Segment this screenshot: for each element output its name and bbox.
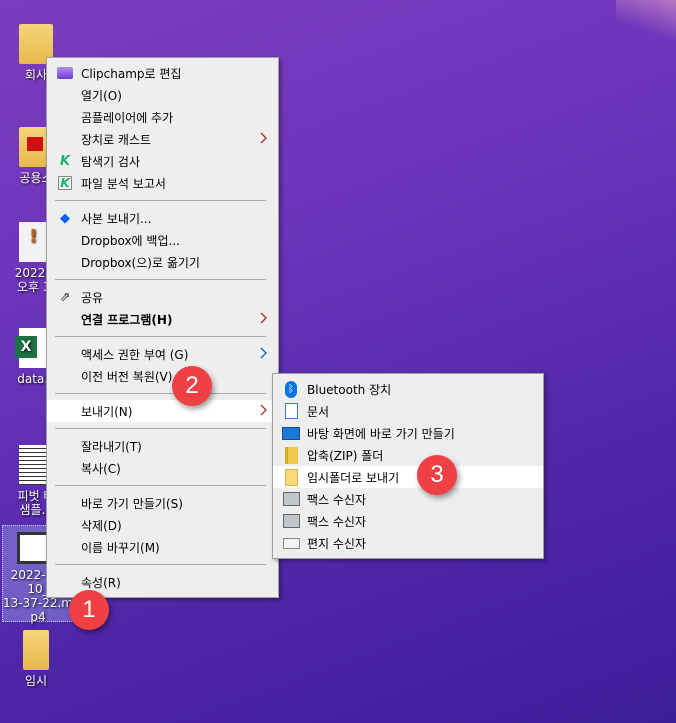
menu-item-9[interactable]: ⇗ 공유 bbox=[47, 286, 278, 308]
send-to-item-6[interactable]: 팩스 수신자 bbox=[273, 510, 543, 532]
menu-item-label: 잘라내기(T) bbox=[81, 439, 142, 454]
menu-item-17[interactable]: 삭제(D) bbox=[47, 514, 278, 536]
menu-item-11[interactable]: 액세스 권한 부여 (G) bbox=[47, 343, 278, 365]
menu-item-label: 이름 바꾸기(M) bbox=[81, 540, 160, 555]
bluetooth-icon: ᛒ bbox=[275, 380, 307, 398]
menu-item-15[interactable]: 복사(C) bbox=[47, 457, 278, 479]
menu-separator bbox=[55, 564, 266, 565]
menu-item-7[interactable]: Dropbox에 백업... bbox=[47, 229, 278, 251]
chevron-right-icon bbox=[260, 132, 267, 144]
kaspersky-report-icon: K bbox=[49, 176, 81, 190]
menu-item-label: 파일 분석 보고서 bbox=[81, 176, 166, 191]
menu-item-label: 탐색기 검사 bbox=[81, 154, 141, 169]
mail-icon bbox=[275, 537, 307, 549]
menu-item-label: 공유 bbox=[81, 290, 104, 305]
menu-separator bbox=[55, 200, 266, 201]
send-to-item-label: 임시폴더로 보내기 bbox=[307, 470, 400, 485]
menu-item-label: 열기(O) bbox=[81, 88, 122, 103]
menu-item-label: 사본 보내기... bbox=[81, 211, 152, 226]
menu-item-label: 보내기(N) bbox=[81, 404, 133, 419]
menu-item-3[interactable]: 장치로 캐스트 bbox=[47, 128, 278, 150]
send-to-item-label: 팩스 수신자 bbox=[307, 492, 367, 507]
menu-item-12[interactable]: 이전 버전 복원(V) bbox=[47, 365, 278, 387]
menu-item-18[interactable]: 이름 바꾸기(M) bbox=[47, 536, 278, 558]
zip-folder-icon bbox=[275, 446, 307, 464]
menu-separator bbox=[55, 485, 266, 486]
menu-item-8[interactable]: Dropbox(으)로 옮기기 bbox=[47, 251, 278, 273]
send-to-item-4[interactable]: 임시폴더로 보내기 bbox=[273, 466, 543, 488]
menu-item-label: 장치로 캐스트 bbox=[81, 132, 152, 147]
step-badge-2: 2 bbox=[172, 366, 212, 406]
send-to-item-label: 바탕 화면에 바로 가기 만들기 bbox=[307, 426, 455, 441]
desktop-icon bbox=[275, 426, 307, 440]
menu-item-label: 바로 가기 만들기(S) bbox=[81, 496, 183, 511]
menu-item-label: Dropbox에 백업... bbox=[81, 233, 180, 248]
send-to-submenu: ᛒ Bluetooth 장치문서바탕 화면에 바로 가기 만들기압축(ZIP) 폴… bbox=[272, 373, 544, 559]
send-to-item-5[interactable]: 팩스 수신자 bbox=[273, 488, 543, 510]
menu-item-label: 곰플레이어에 추가 bbox=[81, 110, 174, 125]
menu-separator bbox=[55, 428, 266, 429]
context-menu: Clipchamp로 편집 열기(O) 곰플레이어에 추가 장치로 캐스트 K 탐색기 검… bbox=[46, 57, 279, 598]
chevron-right-icon bbox=[260, 347, 267, 359]
send-to-item-1[interactable]: 문서 bbox=[273, 400, 543, 422]
menu-item-label: Clipchamp로 편집 bbox=[81, 66, 182, 81]
menu-item-2[interactable]: 곰플레이어에 추가 bbox=[47, 106, 278, 128]
send-to-item-label: 문서 bbox=[307, 404, 330, 419]
menu-separator bbox=[55, 279, 266, 280]
send-to-item-label: Bluetooth 장치 bbox=[307, 382, 392, 397]
step-badge-3: 3 bbox=[417, 455, 457, 495]
fax-icon bbox=[275, 514, 307, 528]
menu-item-13[interactable]: 보내기(N) bbox=[47, 400, 278, 422]
menu-item-label: 액세스 권한 부여 (G) bbox=[81, 347, 189, 362]
menu-item-label: 복사(C) bbox=[81, 461, 121, 476]
clipchamp-icon bbox=[49, 67, 81, 79]
send-to-item-2[interactable]: 바탕 화면에 바로 가기 만들기 bbox=[273, 422, 543, 444]
documents-icon bbox=[275, 403, 307, 419]
menu-item-6[interactable]: ◆ 사본 보내기... bbox=[47, 207, 278, 229]
menu-item-label: 이전 버전 복원(V) bbox=[81, 369, 173, 384]
menu-item-4[interactable]: K 탐색기 검사 bbox=[47, 150, 278, 172]
menu-item-label: 속성(R) bbox=[81, 575, 121, 590]
menu-item-1[interactable]: 열기(O) bbox=[47, 84, 278, 106]
menu-item-0[interactable]: Clipchamp로 편집 bbox=[47, 62, 278, 84]
menu-item-5[interactable]: K 파일 분석 보고서 bbox=[47, 172, 278, 194]
send-to-item-label: 압축(ZIP) 폴더 bbox=[307, 448, 384, 463]
chevron-right-icon bbox=[260, 404, 267, 416]
menu-item-19[interactable]: 속성(R) bbox=[47, 571, 278, 593]
share-icon: ⇗ bbox=[59, 289, 71, 305]
step-badge-1: 1 bbox=[69, 590, 109, 630]
dropbox-icon: ◆ bbox=[60, 210, 70, 226]
send-to-item-0[interactable]: ᛒ Bluetooth 장치 bbox=[273, 378, 543, 400]
menu-separator bbox=[55, 336, 266, 337]
send-to-item-7[interactable]: 편지 수신자 bbox=[273, 532, 543, 554]
send-to-item-label: 팩스 수신자 bbox=[307, 514, 367, 529]
fax-icon bbox=[275, 492, 307, 506]
folder-icon bbox=[23, 630, 49, 670]
menu-item-14[interactable]: 잘라내기(T) bbox=[47, 435, 278, 457]
menu-item-16[interactable]: 바로 가기 만들기(S) bbox=[47, 492, 278, 514]
chevron-right-icon bbox=[260, 312, 267, 324]
folder-icon bbox=[275, 468, 307, 486]
send-to-item-label: 편지 수신자 bbox=[307, 536, 367, 551]
menu-item-10[interactable]: 연결 프로그램(H) bbox=[47, 308, 278, 330]
send-to-item-3[interactable]: 압축(ZIP) 폴더 bbox=[273, 444, 543, 466]
menu-item-label: 연결 프로그램(H) bbox=[81, 312, 173, 327]
desktop-icon-temp[interactable]: 임시 bbox=[0, 630, 72, 688]
wallpaper-glow bbox=[616, 0, 676, 40]
menu-separator bbox=[55, 393, 266, 394]
kaspersky-icon: K bbox=[59, 153, 71, 169]
menu-item-label: Dropbox(으)로 옮기기 bbox=[81, 255, 200, 270]
menu-item-label: 삭제(D) bbox=[81, 518, 122, 533]
